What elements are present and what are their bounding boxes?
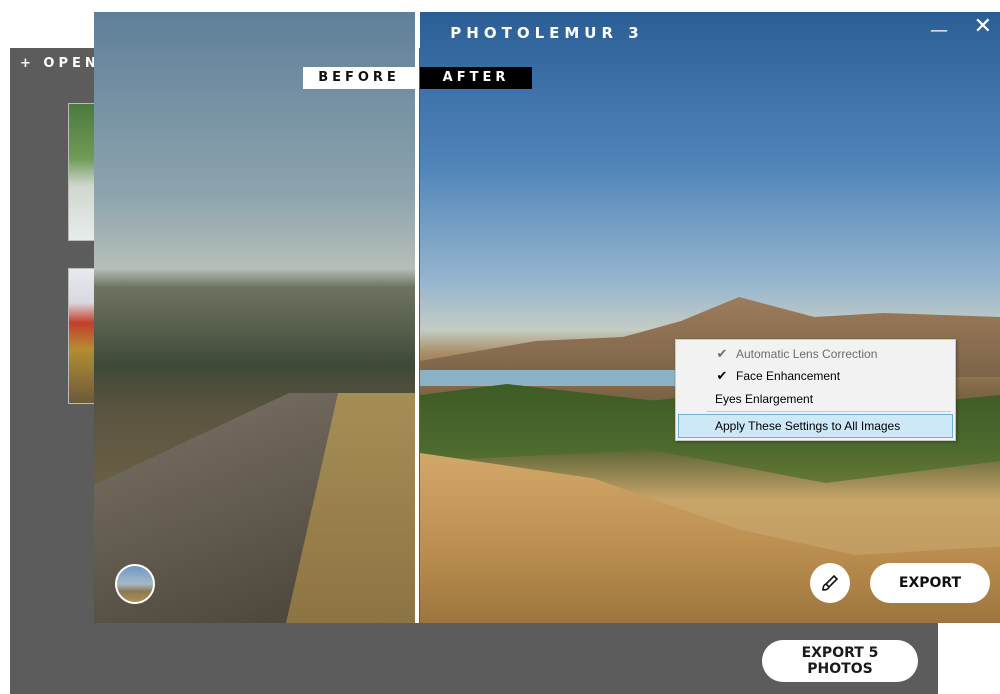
menu-item-label: Face Enhancement — [736, 369, 841, 383]
brush-button[interactable] — [810, 563, 850, 603]
settings-context-menu: ✔ Automatic Lens Correction ✔ Face Enhan… — [675, 339, 956, 441]
menu-item-apply-settings-to-all[interactable]: Apply These Settings to All Images — [678, 414, 953, 438]
menu-item-label: Apply These Settings to All Images — [715, 419, 901, 433]
menu-item-label: Eyes Enlargement — [715, 392, 814, 406]
after-image-lake — [420, 370, 680, 386]
menu-item-automatic-lens-correction[interactable]: ✔ Automatic Lens Correction — [678, 343, 953, 365]
original-preview-thumbnail[interactable] — [115, 564, 155, 604]
menu-item-face-enhancement[interactable]: ✔ Face Enhancement — [678, 365, 953, 387]
brush-icon — [822, 574, 839, 591]
check-icon: ✔ — [716, 368, 728, 383]
after-label[interactable]: AFTER — [420, 67, 532, 89]
open-button[interactable]: + OPEN — [20, 56, 100, 71]
menu-separator — [706, 411, 951, 412]
export-button[interactable]: EXPORT — [870, 563, 990, 603]
comparison-slider-handle[interactable] — [415, 12, 419, 623]
app-title: PHOTOLEMUR 3 — [450, 24, 644, 42]
export-all-photos-button[interactable]: EXPORT 5 PHOTOS — [762, 640, 918, 682]
minimize-icon[interactable]: — — [930, 20, 948, 41]
menu-item-eyes-enlargement[interactable]: Eyes Enlargement — [678, 388, 953, 410]
photo-editor-window: PHOTOLEMUR 3 — ✕ BEFORE AFTER EXPORT — [94, 12, 1000, 623]
before-image — [94, 12, 416, 623]
close-icon[interactable]: ✕ — [974, 14, 992, 39]
menu-item-label: Automatic Lens Correction — [736, 347, 878, 361]
after-image — [420, 12, 1000, 623]
before-label[interactable]: BEFORE — [303, 67, 415, 89]
check-icon: ✔ — [716, 346, 728, 361]
